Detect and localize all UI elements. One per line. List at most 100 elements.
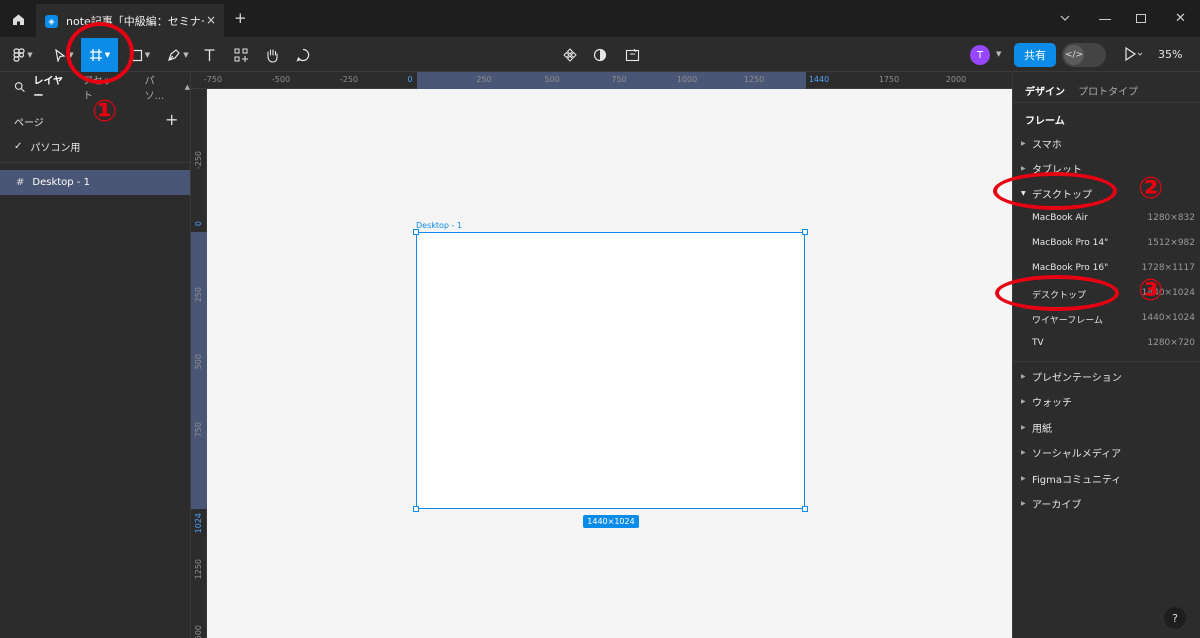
zoom-level[interactable]: 35%: [1158, 48, 1182, 61]
page-selector[interactable]: パソ...: [145, 72, 173, 102]
tab-layers[interactable]: レイヤー: [33, 72, 71, 102]
new-tab-button[interactable]: +: [234, 10, 247, 26]
frame-hash-icon: #: [16, 177, 25, 188]
canvas[interactable]: Desktop - 1 1440×1024: [207, 89, 1012, 638]
ruler-tick: 250: [476, 75, 492, 84]
text-tool[interactable]: [198, 38, 220, 72]
category-label: ウォッチ: [1032, 398, 1072, 409]
ruler-tick: -750: [203, 75, 223, 84]
ruler-tick: 0: [407, 75, 413, 84]
triangle-right-icon: ▶: [1021, 500, 1026, 507]
triangle-right-icon: ▶: [1021, 140, 1026, 147]
desktop-frame[interactable]: [416, 232, 805, 509]
ruler-selection: [191, 232, 207, 509]
check-icon: ✓: [14, 141, 23, 152]
resize-handle[interactable]: [413, 229, 419, 235]
dev-mode-toggle[interactable]: </>: [1062, 43, 1106, 67]
tab-design[interactable]: デザイン: [1025, 87, 1065, 98]
mask-button[interactable]: [590, 38, 610, 72]
comment-tool[interactable]: [292, 38, 314, 72]
resize-handle[interactable]: [413, 506, 419, 512]
left-panel: レイヤー アセット パソ... ▲ ページ + ✓ パソコン用 # Deskto…: [0, 72, 191, 638]
preset-item[interactable]: MacBook Air 1280×832: [1032, 213, 1195, 223]
preset-category[interactable]: ▶ 用紙: [1021, 420, 1052, 435]
pages-header: ページ: [14, 118, 44, 129]
hand-icon: [267, 48, 278, 63]
layer-item[interactable]: # Desktop - 1: [0, 170, 190, 195]
preset-category[interactable]: ▶ プレゼンテーション: [1021, 369, 1122, 384]
preset-category[interactable]: ▶ スマホ: [1021, 136, 1062, 151]
chevron-down-icon[interactable]: ▼: [996, 50, 1001, 58]
hand-tool[interactable]: [261, 38, 283, 72]
tab-close-button[interactable]: ×: [206, 13, 216, 27]
ruler-tick: -500: [271, 75, 291, 84]
preset-item[interactable]: MacBook Pro 16" 1728×1117: [1032, 263, 1195, 273]
resize-handle[interactable]: [802, 506, 808, 512]
preset-item[interactable]: TV 1280×720: [1032, 338, 1195, 348]
page-item[interactable]: ✓ パソコン用: [14, 139, 80, 154]
preset-category[interactable]: ▶ ソーシャルメディア: [1021, 445, 1121, 460]
minimize-button[interactable]: [1099, 19, 1111, 20]
layer-name: Desktop - 1: [32, 177, 90, 188]
annotation-ring-1: [66, 22, 134, 84]
cursor-icon: [55, 48, 66, 62]
triangle-right-icon: ▶: [1021, 449, 1026, 456]
ruler-tick: -250: [194, 151, 203, 170]
search-icon[interactable]: [14, 81, 25, 93]
ruler-tick: 1000: [676, 75, 698, 84]
ruler-tick: -250: [339, 75, 359, 84]
annotation-number-1: ①: [92, 94, 118, 129]
preset-size: 1440×1024: [1141, 313, 1195, 323]
component-button[interactable]: [560, 38, 580, 72]
contrast-icon: [593, 48, 607, 62]
ruler-tick: 1500: [194, 625, 203, 638]
help-button[interactable]: ?: [1164, 607, 1186, 629]
text-icon: [204, 49, 214, 61]
crop-button[interactable]: [622, 38, 642, 72]
comment-icon: [296, 48, 310, 62]
ruler-tick: 250: [194, 287, 203, 303]
divider: [0, 162, 190, 163]
frame-presets-header: フレーム: [1025, 116, 1065, 127]
main-menu-button[interactable]: ▼: [8, 38, 38, 72]
pen-icon: [168, 49, 181, 61]
ruler-tick: 2000: [945, 75, 967, 84]
user-avatar[interactable]: T: [970, 45, 990, 65]
preset-category[interactable]: ▶ アーカイブ: [1021, 496, 1081, 511]
triangle-right-icon: ▶: [1021, 373, 1026, 380]
divider: [1013, 102, 1200, 103]
category-label: アーカイブ: [1032, 500, 1082, 511]
horizontal-ruler: -750 -500 -250 0 250 500 750 1000 1250 1…: [191, 72, 1012, 89]
vertical-ruler: -250 0 250 500 750 1024 1250 1500: [191, 89, 207, 638]
ruler-tick: 1024: [194, 513, 203, 534]
preset-category[interactable]: ▶ Figmaコミュニティ: [1021, 471, 1121, 486]
annotation-ring-3: [995, 275, 1119, 311]
tab-prototype[interactable]: プロトタイプ: [1078, 87, 1138, 98]
close-window-button[interactable]: ✕: [1175, 11, 1186, 26]
preset-name: MacBook Air: [1032, 213, 1088, 223]
preset-name: MacBook Pro 14": [1032, 238, 1109, 248]
preset-category[interactable]: ▶ ウォッチ: [1021, 394, 1072, 409]
preset-item[interactable]: MacBook Pro 14" 1512×982: [1032, 238, 1195, 248]
ruler-tick: 750: [194, 422, 203, 438]
preset-size: 1512×982: [1147, 238, 1195, 248]
home-icon: [12, 14, 24, 25]
category-label: ソーシャルメディア: [1032, 449, 1122, 460]
play-icon[interactable]: [1124, 46, 1144, 62]
home-button[interactable]: [0, 0, 36, 38]
pen-tool[interactable]: ▼: [162, 38, 194, 72]
resources-tool[interactable]: [230, 38, 252, 72]
category-label: 用紙: [1032, 424, 1052, 435]
preset-item[interactable]: ワイヤーフレーム 1440×1024: [1032, 313, 1195, 326]
resize-handle[interactable]: [802, 229, 808, 235]
chevron-up-icon[interactable]: ▲: [185, 83, 190, 91]
document-tab[interactable]: ◈ note記事「中級編：セミナーサイ ×: [36, 4, 224, 38]
add-page-button[interactable]: +: [165, 110, 178, 129]
size-badge: 1440×1024: [583, 515, 639, 528]
chevron-down-icon[interactable]: [1059, 12, 1071, 24]
crop-image-icon: [625, 48, 639, 62]
frame-label[interactable]: Desktop - 1: [416, 221, 462, 230]
divider: [1013, 361, 1200, 362]
share-button[interactable]: 共有: [1014, 43, 1056, 67]
maximize-button[interactable]: [1136, 14, 1146, 23]
